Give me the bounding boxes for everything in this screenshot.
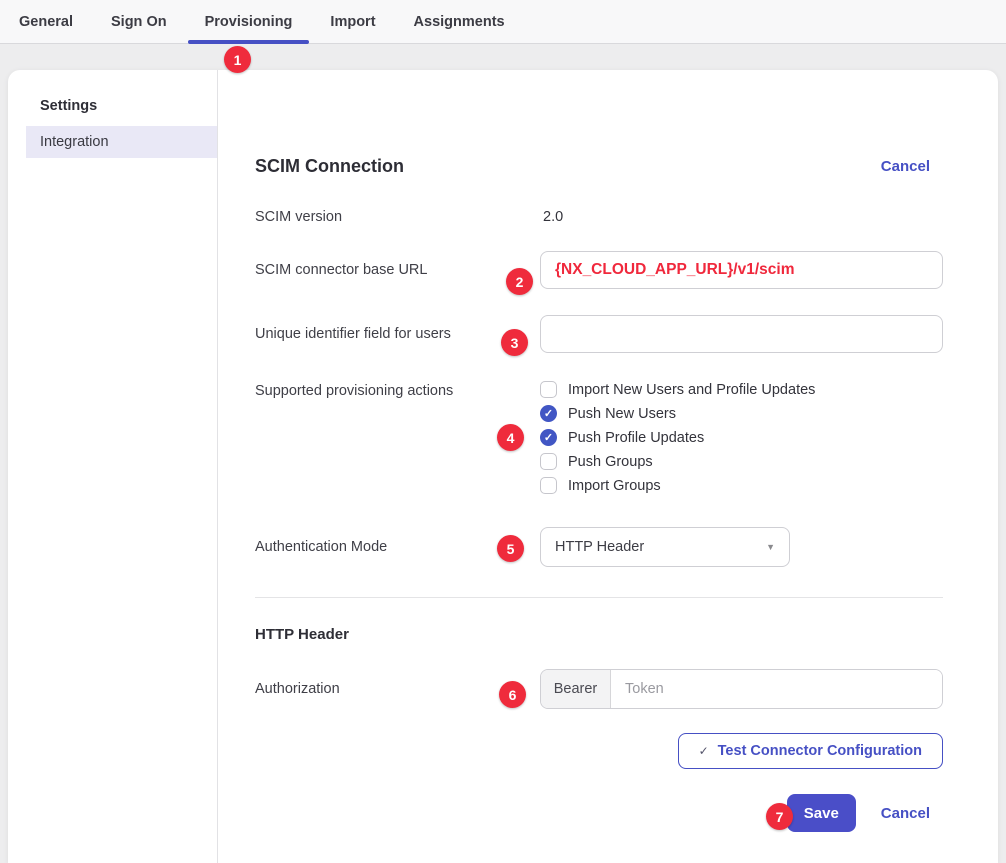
base-url-row: SCIM connector base URL xyxy=(255,251,943,289)
checkbox-row-import-groups[interactable]: Import Groups xyxy=(540,477,943,494)
checkbox-label: Import Groups xyxy=(568,478,661,494)
tab-general[interactable]: General xyxy=(0,0,92,43)
check-icon: ✓ xyxy=(699,744,709,758)
authentication-mode-value: HTTP Header xyxy=(555,539,644,555)
bearer-prefix: Bearer xyxy=(541,670,611,708)
section-divider xyxy=(255,597,943,598)
token-input[interactable] xyxy=(611,670,942,708)
step-badge-1: 1 xyxy=(224,46,251,73)
scim-version-label: SCIM version xyxy=(255,209,540,225)
authentication-mode-select[interactable]: HTTP Header ▼ xyxy=(540,527,790,567)
step-badge-5: 5 xyxy=(497,535,524,562)
active-tab-indicator xyxy=(188,40,310,44)
footer-actions-row: Save Cancel xyxy=(255,794,943,832)
provisioning-actions-label: Supported provisioning actions xyxy=(255,381,540,399)
checkbox-push-profile-updates[interactable] xyxy=(540,429,557,446)
main-panel: Settings Integration SCIM Connection Can… xyxy=(8,70,998,863)
checkbox-import-groups[interactable] xyxy=(540,477,557,494)
provisioning-actions-row: Supported provisioning actions Import Ne… xyxy=(255,381,943,501)
chevron-down-icon: ▼ xyxy=(766,542,775,552)
checkbox-row-push-profile-updates[interactable]: Push Profile Updates xyxy=(540,429,943,446)
sidebar: Settings Integration xyxy=(8,70,218,863)
tab-provisioning[interactable]: Provisioning xyxy=(186,0,312,43)
checkbox-push-groups[interactable] xyxy=(540,453,557,470)
cancel-link-bottom[interactable]: Cancel xyxy=(881,805,930,822)
checkbox-label: Push Groups xyxy=(568,454,653,470)
unique-id-label: Unique identifier field for users xyxy=(255,326,540,342)
tab-assignments-label: Assignments xyxy=(414,14,505,30)
heading-row: SCIM Connection Cancel xyxy=(255,156,943,177)
unique-id-input[interactable] xyxy=(540,315,943,353)
tab-import-label: Import xyxy=(330,14,375,30)
sidebar-header: Settings xyxy=(8,98,217,114)
checkbox-row-import-users[interactable]: Import New Users and Profile Updates xyxy=(540,381,943,398)
scim-version-value: 2.0 xyxy=(540,209,943,225)
app-root: General Sign On Provisioning Import Assi… xyxy=(0,0,1006,863)
tab-sign-on[interactable]: Sign On xyxy=(92,0,186,43)
test-connector-row: ✓ Test Connector Configuration xyxy=(255,733,943,769)
step-badge-3: 3 xyxy=(501,329,528,356)
tab-assignments[interactable]: Assignments xyxy=(395,0,524,43)
authorization-row: Authorization Bearer xyxy=(255,669,943,709)
checkbox-import-users[interactable] xyxy=(540,381,557,398)
cancel-link-top[interactable]: Cancel xyxy=(881,158,930,175)
base-url-input[interactable] xyxy=(540,251,943,289)
provisioning-actions-group: Import New Users and Profile Updates Pus… xyxy=(540,381,943,501)
step-badge-6: 6 xyxy=(499,681,526,708)
checkbox-row-push-new-users[interactable]: Push New Users xyxy=(540,405,943,422)
step-badge-4: 4 xyxy=(497,424,524,451)
tab-import[interactable]: Import xyxy=(311,0,394,43)
checkbox-label: Import New Users and Profile Updates xyxy=(568,382,815,398)
scim-version-row: SCIM version 2.0 xyxy=(255,209,943,225)
auth-mode-row: Authentication Mode HTTP Header ▼ xyxy=(255,527,943,567)
step-badge-7: 7 xyxy=(766,803,793,830)
tab-provisioning-label: Provisioning xyxy=(205,14,293,30)
base-url-label: SCIM connector base URL xyxy=(255,262,540,278)
unique-id-row: Unique identifier field for users xyxy=(255,315,943,353)
http-header-section-title: HTTP Header xyxy=(255,626,943,643)
tab-sign-on-label: Sign On xyxy=(111,14,167,30)
checkbox-row-push-groups[interactable]: Push Groups xyxy=(540,453,943,470)
checkbox-label: Push New Users xyxy=(568,406,676,422)
sidebar-item-integration[interactable]: Integration xyxy=(26,126,217,158)
tab-general-label: General xyxy=(19,14,73,30)
test-connector-button-label: Test Connector Configuration xyxy=(718,743,922,759)
checkbox-label: Push Profile Updates xyxy=(568,430,704,446)
authorization-input-group: Bearer xyxy=(540,669,943,709)
test-connector-button[interactable]: ✓ Test Connector Configuration xyxy=(678,733,943,769)
authorization-label: Authorization xyxy=(255,681,540,697)
content-area: SCIM Connection Cancel SCIM version 2.0 … xyxy=(218,70,998,863)
save-button[interactable]: Save xyxy=(787,794,856,832)
tab-bar: General Sign On Provisioning Import Assi… xyxy=(0,0,1006,44)
checkbox-push-new-users[interactable] xyxy=(540,405,557,422)
step-badge-2: 2 xyxy=(506,268,533,295)
page-title: SCIM Connection xyxy=(255,156,404,177)
